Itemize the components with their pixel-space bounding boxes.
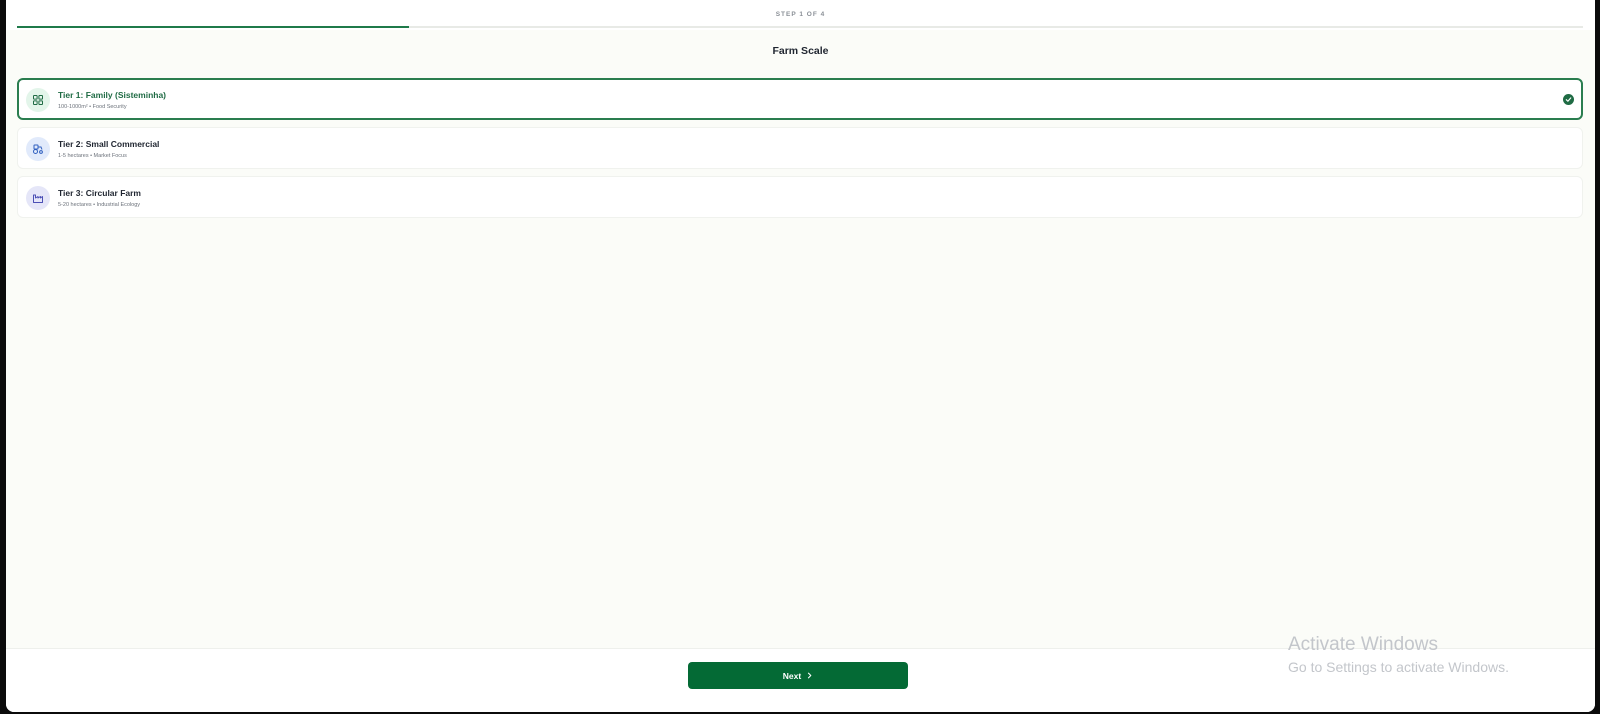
- grid-icon: [26, 88, 50, 112]
- factory-icon: [26, 186, 50, 210]
- progress-bar-fill: [17, 26, 409, 28]
- next-button-label: Next: [782, 670, 802, 681]
- page-title: Farm Scale: [772, 45, 829, 57]
- option-subtitle: 5-20 hectares • Industrial Ecology: [58, 202, 141, 208]
- option-tier-2[interactable]: Tier 2: Small Commercial 1-5 hectares • …: [17, 127, 1583, 169]
- option-subtitle: 1-5 hectares • Market Focus: [58, 153, 127, 159]
- option-title: Tier 2: Small Commercial: [58, 139, 160, 149]
- chevron-right-icon: [808, 672, 812, 679]
- farm-scale-options: Tier 1: Family (Sisteminha) 100-1000m² •…: [17, 78, 1583, 225]
- wizard-header: STEP 1 OF 4: [6, 0, 1595, 30]
- check-icon: [1563, 94, 1574, 105]
- tractor-icon: [26, 137, 50, 161]
- next-button[interactable]: Next: [688, 662, 908, 689]
- option-subtitle: 100-1000m² • Food Security: [58, 104, 127, 110]
- option-title: Tier 3: Circular Farm: [58, 188, 141, 198]
- progress-bar: [17, 26, 1583, 28]
- option-tier-3[interactable]: Tier 3: Circular Farm 5-20 hectares • In…: [17, 176, 1583, 218]
- step-indicator: STEP 1 OF 4: [775, 11, 826, 18]
- option-tier-1[interactable]: Tier 1: Family (Sisteminha) 100-1000m² •…: [17, 78, 1583, 120]
- wizard-footer: Next: [6, 648, 1595, 712]
- app-window: STEP 1 OF 4 Farm Scale Tier 1: Family (S…: [6, 0, 1595, 712]
- option-title: Tier 1: Family (Sisteminha): [58, 90, 167, 100]
